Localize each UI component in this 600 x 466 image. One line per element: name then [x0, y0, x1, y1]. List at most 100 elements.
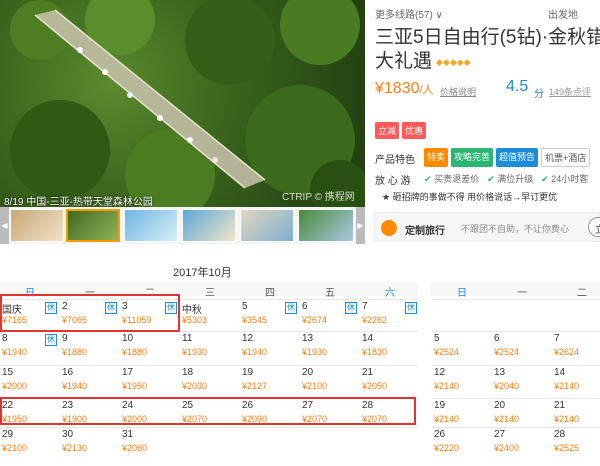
- custom-travel-icon: [381, 220, 397, 236]
- feature-tag: 攻略完善: [451, 148, 494, 167]
- calendar-day-cell[interactable]: 21 ¥2140: [552, 398, 600, 430]
- feature-tag: 特卖: [424, 148, 449, 167]
- calendar-day-cell[interactable]: 28 ¥2525: [552, 427, 600, 459]
- review-count-link[interactable]: 149条点评: [549, 85, 591, 98]
- day-price: ¥1880: [122, 347, 148, 357]
- day-number: 12: [242, 333, 254, 344]
- day-price: ¥2140: [434, 381, 460, 391]
- suspension-bridge-illustration: [10, 0, 365, 207]
- product-hero-image[interactable]: 8/19 中国-三亚-热带天堂森林公园 CTRIP © 携程网: [0, 0, 365, 207]
- calendar-day-cell[interactable]: 27 ¥2400: [492, 427, 552, 459]
- thumbnail-5[interactable]: [240, 209, 294, 242]
- calendar-day-cell[interactable]: 7 ¥2624: [552, 331, 600, 363]
- calendar-day-cell[interactable]: 中秋 ¥5303: [180, 299, 240, 331]
- thumbnail-3[interactable]: [124, 209, 178, 242]
- day-price: ¥2140: [434, 414, 460, 424]
- worry-free-item: ✔ 满位升级: [487, 174, 534, 184]
- day-price: ¥1950: [122, 381, 148, 391]
- day-price: ¥2220: [434, 443, 460, 453]
- calendar-day-cell[interactable]: 21 ¥2050: [360, 365, 420, 397]
- custom-travel-button[interactable]: 立: [588, 217, 600, 237]
- calendar-day-cell[interactable]: 13 ¥1930: [300, 331, 360, 363]
- calendar-day-cell[interactable]: 30 ¥2130: [60, 427, 120, 459]
- day-number: 6: [494, 333, 500, 344]
- calendar-day-cell[interactable]: 16 ¥1940: [60, 365, 120, 397]
- calendar-day-cell[interactable]: 5 ¥3545 休: [240, 299, 300, 331]
- day-number: 14: [362, 333, 374, 344]
- promo-ribbon: ★ 砸招牌的事做不得 用价格说话→早订更优: [382, 192, 558, 202]
- day-number: 27: [494, 429, 506, 440]
- calendar-day-cell[interactable]: 14 ¥2140: [552, 365, 600, 397]
- weekday-label: 五: [325, 288, 335, 299]
- day-number: 19: [242, 367, 254, 378]
- calendar-day-cell[interactable]: 19 ¥2140: [432, 398, 492, 430]
- day-price: ¥1930: [302, 347, 328, 357]
- day-number: 20: [302, 367, 314, 378]
- calendar-divider: [418, 252, 430, 466]
- promo-badge-discount[interactable]: 立减: [375, 122, 400, 139]
- watermark: CTRIP © 携程网: [282, 192, 355, 203]
- promo-badge-offer[interactable]: 优惠: [402, 122, 427, 139]
- thumbnail-4[interactable]: [182, 209, 236, 242]
- calendar-day-cell[interactable]: 29 ¥2100: [0, 427, 60, 459]
- rating-unit: 分: [534, 89, 544, 100]
- calendar-day-cell[interactable]: 12 ¥1940: [240, 331, 300, 363]
- price-calendar: 2017年10月 日一二三四五六日一二 国庆 ¥7165 休 2 ¥7065 休 3 ¥110…: [0, 252, 600, 466]
- custom-travel-box: 定制旅行 不跟团不自助，不让你费心 立: [374, 212, 600, 242]
- promo-badges: 立减 优惠: [375, 122, 427, 139]
- product-title-line2: 大礼遇: [375, 51, 433, 72]
- features-label: 产品特色: [375, 155, 415, 166]
- thumb-next-arrow-icon[interactable]: ▶: [356, 207, 365, 244]
- calendar-day-cell[interactable]: 10 ¥1880: [120, 331, 180, 363]
- thumbnail-6[interactable]: [298, 209, 354, 242]
- calendar-day-cell[interactable]: 6 ¥2674 休: [300, 299, 360, 331]
- day-price: ¥2100: [2, 443, 28, 453]
- calendar-day-cell[interactable]: 19 ¥2127: [240, 365, 300, 397]
- day-price: ¥2127: [242, 381, 268, 391]
- calendar-day-cell[interactable]: 18 ¥2030: [180, 365, 240, 397]
- calendar-day-cell[interactable]: 7 ¥2262 休: [360, 299, 420, 331]
- more-routes-link[interactable]: 更多线路(57) ∨: [375, 6, 443, 21]
- day-price: ¥1930: [182, 347, 208, 357]
- departure-selector[interactable]: 出发地: [548, 6, 578, 21]
- feature-tag: 机票+酒店: [541, 148, 591, 167]
- calendar-day-cell[interactable]: 13 ¥2040: [492, 365, 552, 397]
- thumb-prev-arrow-icon[interactable]: ◀: [0, 207, 9, 244]
- thumbnail-1[interactable]: [10, 209, 64, 242]
- day-number: 中秋: [182, 305, 202, 316]
- day-price: ¥2060: [122, 443, 148, 453]
- day-price: ¥2140: [554, 414, 580, 424]
- calendar-day-cell[interactable]: 20 ¥2140: [492, 398, 552, 430]
- calendar-day-cell[interactable]: 15 ¥2000: [0, 365, 60, 397]
- calendar-day-cell[interactable]: 12 ¥2140: [432, 365, 492, 397]
- worry-free-label: 放 心 游: [375, 176, 411, 187]
- calendar-day-cell[interactable]: 17 ¥1950: [120, 365, 180, 397]
- highlight-week-22-28: [0, 397, 416, 425]
- weekday-label-next-month: 日: [457, 288, 467, 299]
- day-number: 21: [362, 367, 374, 378]
- calendar-day-cell[interactable]: 20 ¥2100: [300, 365, 360, 397]
- thumbnail-2[interactable]: [66, 209, 120, 242]
- calendar-day-cell[interactable]: 11 ¥1930: [180, 331, 240, 363]
- weekday-label-next-month: 一: [517, 288, 527, 299]
- day-number: 13: [302, 333, 314, 344]
- price-note-link[interactable]: 价格说明: [440, 85, 476, 98]
- feature-tags: 特卖 攻略完善 超值预告 机票+酒店: [424, 148, 591, 167]
- calendar-day-cell[interactable]: 14 ¥1830: [360, 331, 420, 363]
- calendar-day-cell[interactable]: 26 ¥2220: [432, 427, 492, 459]
- day-price: ¥2040: [494, 381, 520, 391]
- day-number: 14: [554, 367, 566, 378]
- calendar-day-cell: [360, 427, 420, 459]
- day-number: 26: [434, 429, 446, 440]
- calendar-day-cell[interactable]: 8 ¥1940 休: [0, 331, 60, 363]
- calendar-day-cell: [552, 299, 600, 331]
- calendar-day-cell[interactable]: 6 ¥2524: [492, 331, 552, 363]
- calendar-day-cell: [432, 299, 492, 331]
- holiday-rest-badge: 休: [285, 302, 297, 314]
- day-price: ¥2674: [302, 315, 328, 325]
- calendar-day-cell[interactable]: 5 ¥2524: [432, 331, 492, 363]
- product-title: 三亚5日自由行(5钻)·金秋错峰: [375, 27, 600, 48]
- calendar-day-cell[interactable]: 9 ¥1880: [60, 331, 120, 363]
- day-number: 7: [554, 333, 560, 344]
- calendar-day-cell[interactable]: 31 ¥2060: [120, 427, 180, 459]
